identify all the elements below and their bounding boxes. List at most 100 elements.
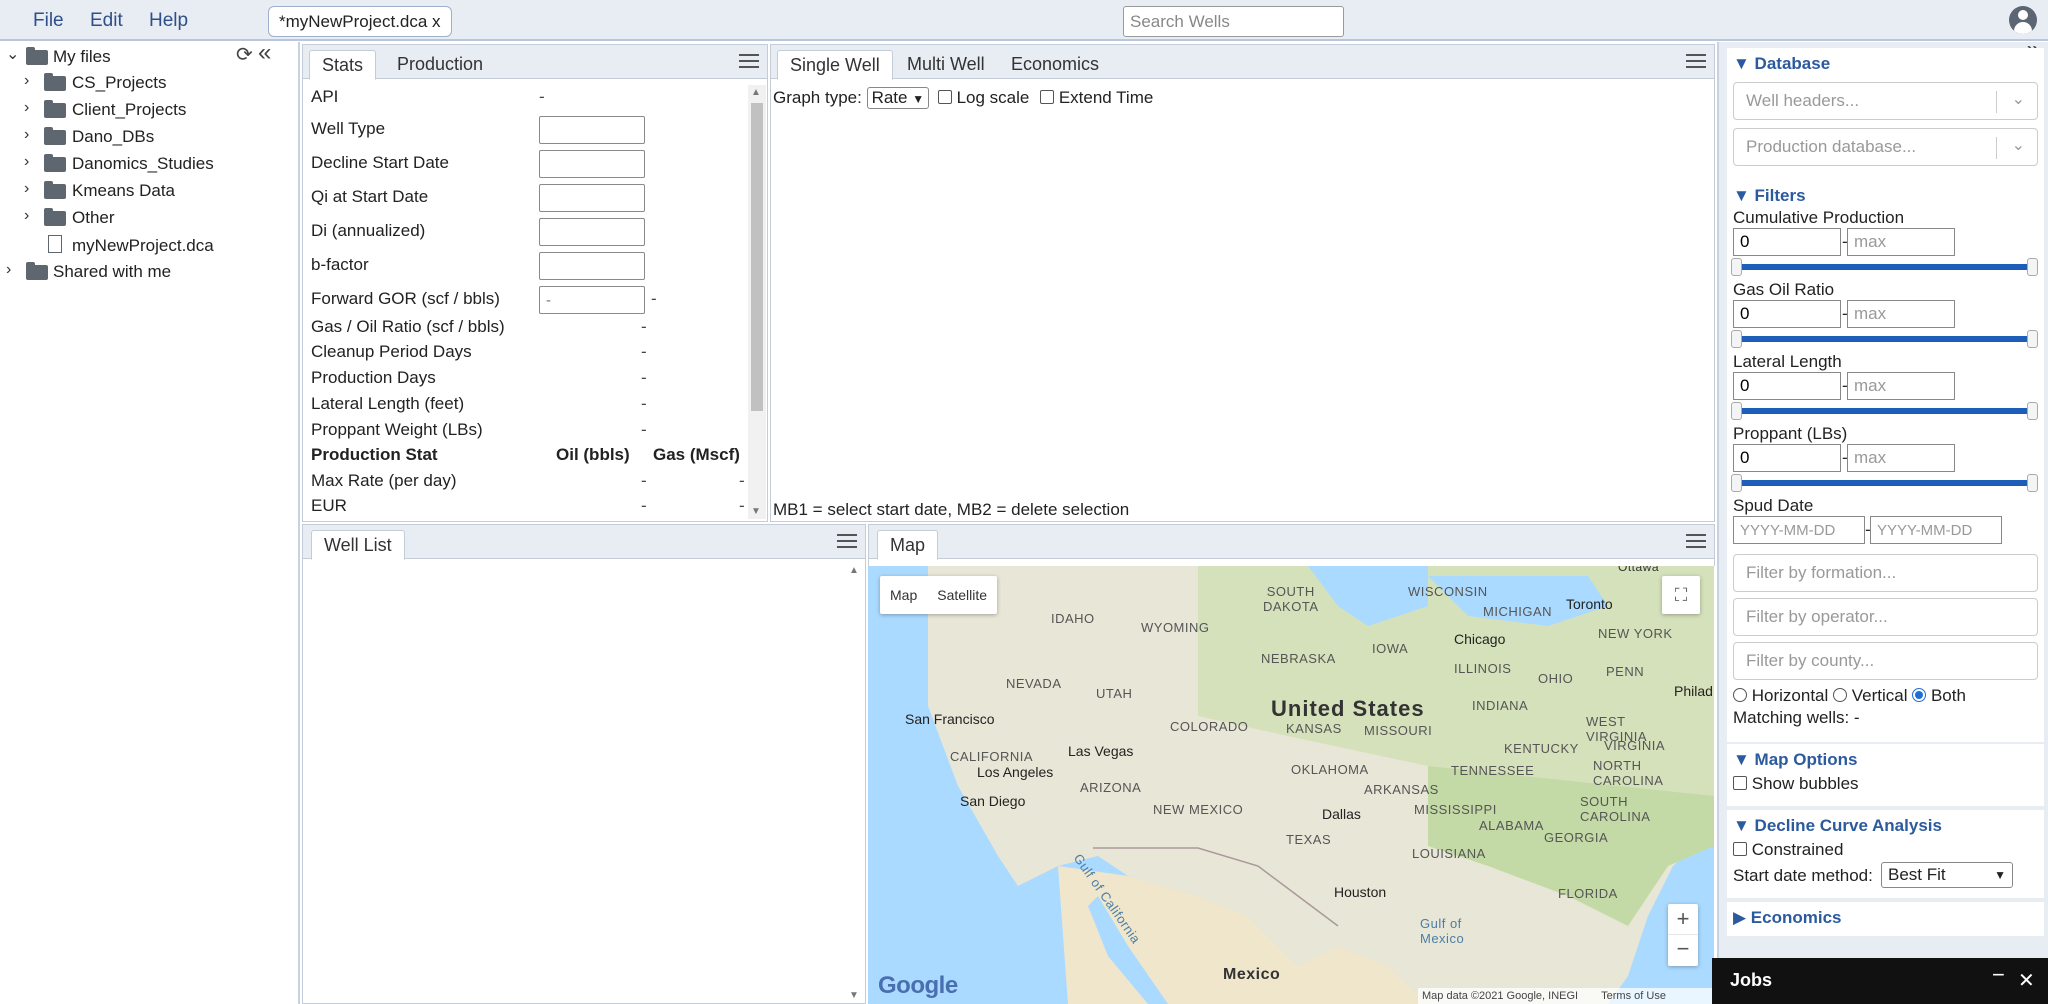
formation-filter-input[interactable]: Filter by formation... (1733, 554, 2038, 592)
cumulative-slider[interactable] (1737, 264, 2033, 270)
map-type-satellite-button[interactable]: Satellite (927, 587, 997, 603)
di-input[interactable] (539, 218, 645, 246)
tab-stats[interactable]: Stats (309, 50, 377, 80)
slider-min-handle[interactable] (1731, 474, 1742, 492)
cumulative-min-input[interactable] (1733, 228, 1841, 256)
panel-menu-icon[interactable] (837, 534, 857, 550)
terms-link[interactable]: Terms of Use (1601, 990, 1666, 1002)
collapse-left-icon[interactable]: « (258, 39, 271, 67)
menu-file[interactable]: File (33, 10, 64, 32)
chevron-down-icon[interactable]: ⌄ (6, 44, 19, 64)
chevron-right-icon[interactable]: › (24, 207, 29, 225)
tab-economics[interactable]: Economics (999, 50, 1111, 80)
start-date-method-select[interactable]: Best Fit ▼ (1881, 862, 2013, 888)
search-wells-input[interactable] (1123, 6, 1344, 37)
b-factor-input[interactable] (539, 252, 645, 280)
constrained-checkbox[interactable] (1733, 842, 1747, 856)
slider-max-handle[interactable] (2027, 330, 2038, 348)
vertical-radio[interactable] (1833, 688, 1848, 702)
lateral-slider[interactable] (1737, 408, 2033, 414)
production-database-select[interactable]: Production database... ⌄ (1733, 128, 2038, 166)
lateral-min-input[interactable] (1733, 372, 1841, 400)
log-scale-checkbox[interactable] (937, 90, 952, 104)
county-filter-input[interactable]: Filter by county... (1733, 642, 2038, 680)
tab-map[interactable]: Map (877, 530, 939, 560)
filters-title[interactable]: ▼ Filters (1733, 186, 1806, 206)
tree-item-mynewproject[interactable]: myNewProject.dca (0, 234, 230, 258)
scroll-up-icon[interactable]: ▲ (849, 565, 859, 576)
graph-type-select[interactable]: Rate ▼ (866, 87, 930, 109)
tree-item-my-files[interactable]: ⌄ My files (0, 45, 230, 69)
map-type-map-button[interactable]: Map (880, 587, 927, 603)
well-headers-select[interactable]: Well headers... ⌄ (1733, 82, 2038, 120)
show-bubbles-checkbox[interactable] (1733, 776, 1747, 790)
proppant-max-input[interactable] (1847, 444, 1955, 472)
operator-filter-input[interactable]: Filter by operator... (1733, 598, 2038, 636)
gor-max-input[interactable] (1847, 300, 1955, 328)
tree-item-shared-with-me[interactable]: › Shared with me (0, 261, 230, 285)
chevron-right-icon[interactable]: › (24, 72, 29, 90)
zoom-in-button[interactable]: + (1668, 904, 1698, 935)
tab-multi-well[interactable]: Multi Well (895, 50, 997, 80)
chevron-right-icon[interactable]: › (24, 153, 29, 171)
well-type-input[interactable] (539, 116, 645, 144)
spud-from-input[interactable] (1733, 516, 1865, 544)
fullscreen-icon[interactable]: ⛶ (1662, 576, 1700, 614)
map-view[interactable]: Map Satellite ⛶ United States SOUTH DAKOT… (868, 566, 1714, 1004)
scroll-down-icon[interactable]: ▼ (849, 990, 859, 1001)
chevron-right-icon[interactable]: › (24, 180, 29, 198)
scrollbar-thumb[interactable] (751, 103, 763, 411)
dca-title[interactable]: ▼ Decline Curve Analysis (1733, 816, 1942, 836)
minimize-icon[interactable]: − (1992, 962, 2005, 988)
slider-min-handle[interactable] (1731, 330, 1742, 348)
gor-slider[interactable] (1737, 336, 2033, 342)
chevron-right-icon[interactable]: › (6, 261, 11, 279)
slider-max-handle[interactable] (2027, 474, 2038, 492)
slider-min-handle[interactable] (1731, 402, 1742, 420)
open-file-tab[interactable]: *myNewProject.dca x (268, 6, 452, 37)
tab-single-well[interactable]: Single Well (777, 50, 893, 80)
panel-menu-icon[interactable] (739, 54, 759, 70)
tree-item-other[interactable]: › Other (0, 207, 230, 231)
user-account-icon[interactable] (2009, 6, 2037, 34)
both-radio[interactable] (1912, 688, 1927, 702)
menu-edit[interactable]: Edit (90, 10, 123, 32)
slider-min-handle[interactable] (1731, 258, 1742, 276)
scroll-down-icon[interactable]: ▼ (751, 506, 761, 517)
tree-item-dano-dbs[interactable]: › Dano_DBs (0, 126, 230, 150)
lateral-max-input[interactable] (1847, 372, 1955, 400)
extend-time-checkbox[interactable] (1040, 90, 1055, 104)
tree-item-client-projects[interactable]: › Client_Projects (0, 99, 230, 123)
tab-production[interactable]: Production (385, 50, 495, 80)
decline-start-date-input[interactable] (539, 150, 645, 178)
zoom-out-button[interactable]: − (1668, 935, 1698, 965)
tab-well-list[interactable]: Well List (311, 530, 405, 560)
proppant-slider[interactable] (1737, 480, 2033, 486)
close-icon[interactable]: ✕ (2018, 968, 2035, 993)
qi-input[interactable] (539, 184, 645, 212)
database-title[interactable]: ▼ Database (1733, 54, 1830, 74)
chevron-right-icon[interactable]: › (24, 99, 29, 117)
tree-item-danomics-studies[interactable]: › Danomics_Studies (0, 153, 230, 177)
slider-max-handle[interactable] (2027, 258, 2038, 276)
scroll-up-icon[interactable]: ▲ (751, 87, 761, 98)
chevron-right-icon[interactable]: › (24, 126, 29, 144)
jobs-bar[interactable]: Jobs − ✕ (1712, 958, 2048, 1004)
forward-gor-input[interactable] (539, 286, 645, 314)
menu-help[interactable]: Help (149, 10, 188, 32)
economics-title[interactable]: ▶ Economics (1733, 908, 1842, 928)
refresh-icon[interactable]: ⟳ (236, 42, 253, 67)
cumulative-max-input[interactable] (1847, 228, 1955, 256)
tree-item-kmeans-data[interactable]: › Kmeans Data (0, 180, 230, 204)
proppant-min-input[interactable] (1733, 444, 1841, 472)
horizontal-radio[interactable] (1733, 688, 1747, 702)
panel-menu-icon[interactable] (1686, 54, 1706, 70)
map-options-title[interactable]: ▼ Map Options (1733, 750, 1858, 770)
panel-menu-icon[interactable] (1686, 534, 1706, 550)
slider-max-handle[interactable] (2027, 402, 2038, 420)
stats-scrollbar[interactable]: ▲ ▼ (748, 85, 766, 519)
well-list-scrollbar[interactable]: ▲ ▼ (846, 563, 864, 1003)
tree-item-cs-projects[interactable]: › CS_Projects (0, 72, 230, 96)
spud-to-input[interactable] (1870, 516, 2002, 544)
gor-min-input[interactable] (1733, 300, 1841, 328)
